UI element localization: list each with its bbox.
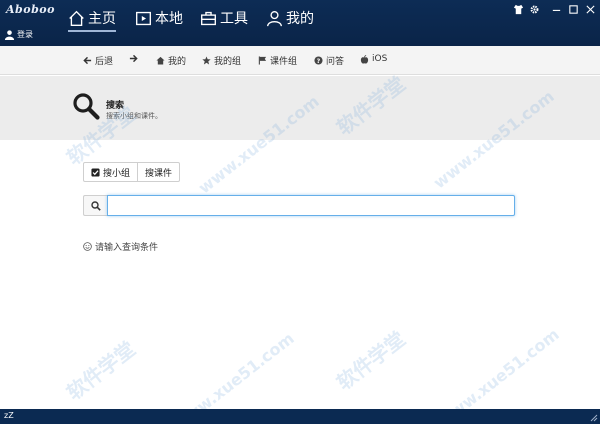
toolbox-icon bbox=[201, 11, 216, 25]
resize-grip-icon[interactable] bbox=[589, 413, 598, 422]
local-video-icon bbox=[136, 11, 151, 25]
watermark: 软件学堂 bbox=[62, 336, 140, 405]
nav-qa[interactable]: ? 问答 bbox=[314, 54, 344, 67]
nav-my-groups-label: 我的组 bbox=[214, 57, 242, 67]
back-label: 后退 bbox=[95, 57, 114, 67]
active-tab-indicator bbox=[68, 30, 116, 32]
tab-local[interactable]: 本地 bbox=[135, 6, 183, 30]
nav-mine[interactable]: 我的 bbox=[156, 54, 186, 67]
maximize-button[interactable] bbox=[567, 3, 579, 15]
minimize-icon bbox=[552, 9, 560, 11]
login-button[interactable]: 登录 bbox=[4, 29, 33, 40]
search-hint: 请输入查询条件 bbox=[83, 240, 158, 253]
close-button[interactable] bbox=[584, 3, 596, 15]
apple-icon bbox=[360, 54, 369, 64]
tab-home-label: 主页 bbox=[88, 11, 116, 27]
tab-home[interactable]: 主页 bbox=[68, 6, 116, 30]
search-icon bbox=[73, 93, 100, 120]
tab-local-label: 本地 bbox=[155, 11, 183, 27]
sleep-indicator: zZ bbox=[4, 411, 14, 420]
arrow-left-icon bbox=[83, 56, 92, 65]
tab-tools-label: 工具 bbox=[220, 11, 248, 27]
question-circle-icon: ? bbox=[314, 56, 323, 65]
title-bar: Aboboo 主页 本地 工具 我的 登录 bbox=[0, 0, 600, 46]
flag-icon bbox=[258, 56, 267, 65]
skin-button[interactable] bbox=[512, 3, 524, 15]
tab-mine-label: 我的 bbox=[286, 11, 314, 27]
search-mode-toggle: 搜小组 搜课件 bbox=[83, 162, 181, 182]
star-icon bbox=[202, 56, 211, 65]
search-icon bbox=[90, 200, 101, 211]
smile-icon bbox=[83, 242, 92, 251]
minimize-button[interactable] bbox=[550, 3, 562, 15]
home-icon bbox=[69, 10, 84, 26]
back-button[interactable]: 后退 bbox=[83, 54, 113, 67]
checkbox-checked-icon bbox=[91, 167, 100, 177]
nav-ios[interactable]: iOS bbox=[360, 54, 387, 64]
user-icon bbox=[267, 10, 282, 26]
search-input[interactable] bbox=[107, 195, 515, 216]
arrow-right-icon bbox=[129, 54, 138, 63]
nav-qa-label: 问答 bbox=[326, 57, 345, 67]
gear-icon bbox=[530, 5, 538, 13]
nav-my-groups[interactable]: 我的组 bbox=[202, 54, 241, 67]
toggle-search-courseware[interactable]: 搜课件 bbox=[137, 163, 179, 181]
app-logo: Aboboo bbox=[6, 3, 55, 16]
tab-mine[interactable]: 我的 bbox=[266, 6, 314, 30]
page-subtitle: 搜索小组和课件。 bbox=[106, 112, 162, 120]
svg-text:?: ? bbox=[317, 58, 321, 65]
forward-button[interactable] bbox=[129, 54, 138, 63]
page-header: 搜索 搜索小组和课件。 bbox=[0, 76, 600, 140]
login-label: 登录 bbox=[17, 30, 33, 39]
page-title: 搜索 bbox=[106, 101, 125, 111]
close-icon bbox=[585, 4, 595, 14]
user-icon bbox=[4, 30, 15, 40]
shirt-skin-icon bbox=[513, 4, 523, 14]
home-icon bbox=[156, 56, 165, 65]
toggle-search-courseware-label: 搜课件 bbox=[145, 168, 173, 179]
nav-ios-label: iOS bbox=[372, 54, 388, 64]
toggle-search-groups[interactable]: 搜小组 bbox=[84, 163, 137, 181]
settings-button[interactable] bbox=[528, 3, 540, 15]
maximize-icon bbox=[568, 4, 578, 14]
toggle-search-groups-label: 搜小组 bbox=[103, 168, 131, 179]
search-button[interactable] bbox=[83, 195, 107, 216]
nav-courseware-groups-label: 课件组 bbox=[270, 57, 298, 67]
search-hint-text: 请输入查询条件 bbox=[95, 243, 159, 253]
status-bar: zZ bbox=[0, 409, 600, 424]
nav-courseware-groups[interactable]: 课件组 bbox=[258, 54, 297, 67]
tab-tools[interactable]: 工具 bbox=[200, 6, 248, 30]
nav-mine-label: 我的 bbox=[168, 57, 187, 67]
secondary-nav: 后退 我的 我的组 课件组 ? 问答 iOS bbox=[0, 46, 600, 75]
watermark: 软件学堂 bbox=[332, 326, 410, 395]
